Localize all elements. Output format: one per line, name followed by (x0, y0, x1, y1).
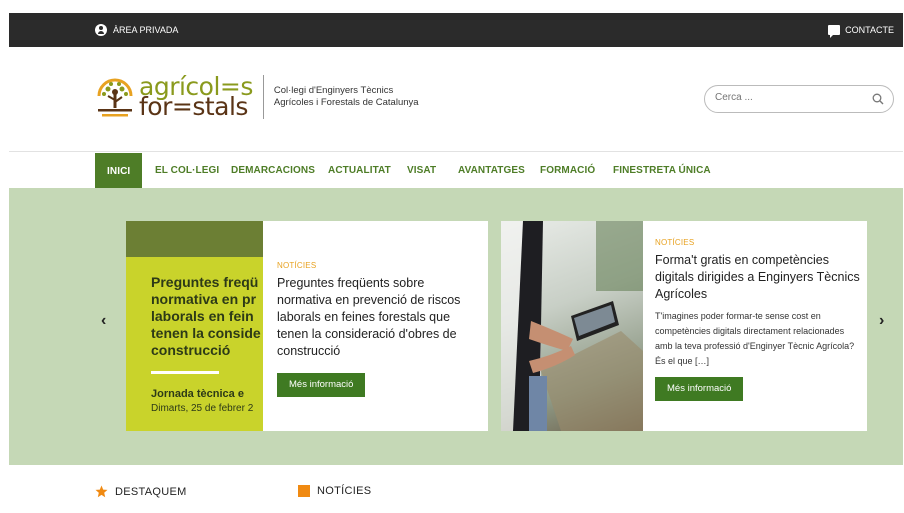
search-icon[interactable] (872, 93, 884, 105)
poster-line: Preguntes freqü (151, 274, 259, 290)
news-heading: NOTÍCIES (298, 485, 371, 497)
slide-image-photo (501, 221, 643, 431)
logo-wordmark: agrícol=s for=stals (139, 74, 253, 121)
slide-title[interactable]: Preguntes freqüents sobre normativa en p… (277, 275, 477, 360)
poster-headline: Preguntes freqü normativa en pr laborals… (151, 274, 261, 359)
star-icon (95, 485, 108, 498)
logo-divider (262, 75, 264, 119)
slide-body: NOTÍCIES Preguntes freqüents sobre norma… (277, 221, 477, 431)
site-header: agrícol=s for=stals Col·legi d'Enginyers… (9, 47, 903, 151)
slide-card-1[interactable]: Preguntes freqü normativa en pr laborals… (126, 221, 488, 431)
nav-item-avantatges[interactable]: AVANTATGES (458, 152, 525, 188)
chevron-right-icon[interactable]: › (879, 312, 884, 330)
slide-card-2[interactable]: NOTÍCIES Forma't gratis en competències … (501, 221, 867, 431)
nav-item-finestreta-unica[interactable]: FINESTRETA ÚNICA (613, 152, 711, 188)
site-logo[interactable]: agrícol=s for=stals Col·legi d'Enginyers… (95, 74, 419, 120)
section-headings: DESTAQUEM NOTÍCIES (9, 465, 903, 513)
logo-line-2: for=stals (139, 92, 248, 121)
search-input[interactable] (715, 92, 865, 103)
poster-band (126, 221, 263, 257)
slide-title[interactable]: Forma't gratis en competències digitals … (655, 252, 860, 303)
featured-heading: DESTAQUEM (95, 485, 187, 498)
private-area-link[interactable]: ÀREA PRIVADA (95, 13, 178, 47)
poster-line: normativa en pr (151, 291, 257, 307)
slide-category[interactable]: NOTÍCIES (655, 238, 860, 247)
poster-rule (151, 371, 219, 374)
user-icon (95, 24, 107, 36)
main-nav: INICI EL COL·LEGI DEMARCACIONS ACTUALITA… (9, 151, 903, 189)
contact-label: CONTACTE (845, 25, 894, 35)
poster-date: Dimarts, 25 de febrer 2 (151, 403, 254, 414)
featured-label: DESTAQUEM (115, 485, 187, 498)
nav-item-actualitat[interactable]: ACTUALITAT (328, 152, 391, 188)
contact-link[interactable]: CONTACTE (828, 13, 894, 47)
slide-body: NOTÍCIES Forma't gratis en competències … (655, 221, 860, 431)
poster-line: laborals en fein (151, 308, 254, 324)
slide-category[interactable]: NOTÍCIES (277, 261, 477, 270)
search-box (704, 85, 894, 113)
news-label: NOTÍCIES (317, 485, 372, 497)
nav-item-el-collegi[interactable]: EL COL·LEGI (155, 152, 219, 188)
chevron-left-icon[interactable]: ‹ (101, 312, 106, 330)
org-name-line-1: Col·legi d'Enginyers Tècnics (273, 85, 394, 96)
poster-line: tenen la conside (151, 325, 261, 341)
more-info-button[interactable]: Més informació (277, 373, 366, 397)
tree-logo-icon (97, 78, 133, 117)
slide-excerpt: T'imagines poder formar-te sense cost en… (655, 311, 855, 366)
slide-image-poster: Preguntes freqü normativa en pr laborals… (126, 221, 263, 431)
poster-event: Jornada tècnica e (151, 388, 244, 400)
org-name-line-2: Agrícoles i Forestals de Catalunya (273, 97, 419, 108)
private-area-label: ÀREA PRIVADA (113, 25, 179, 35)
poster-line: construcció (151, 342, 231, 358)
chat-icon (828, 25, 841, 38)
nav-item-visat[interactable]: VISAT (407, 152, 436, 188)
tablet-photo-illustration (501, 221, 643, 431)
more-info-button[interactable]: Més informació (655, 377, 744, 401)
news-slider: ‹ › Preguntes freqü normativa en pr labo… (9, 188, 903, 465)
top-bar: ÀREA PRIVADA CONTACTE (9, 13, 903, 47)
nav-item-formacio[interactable]: FORMACIÓ (540, 152, 595, 188)
nav-item-demarcacions[interactable]: DEMARCACIONS (231, 152, 315, 188)
square-icon (298, 485, 310, 497)
nav-item-inici[interactable]: INICI (95, 153, 143, 189)
org-name: Col·legi d'Enginyers Tècnics Agrícoles i… (274, 85, 419, 109)
